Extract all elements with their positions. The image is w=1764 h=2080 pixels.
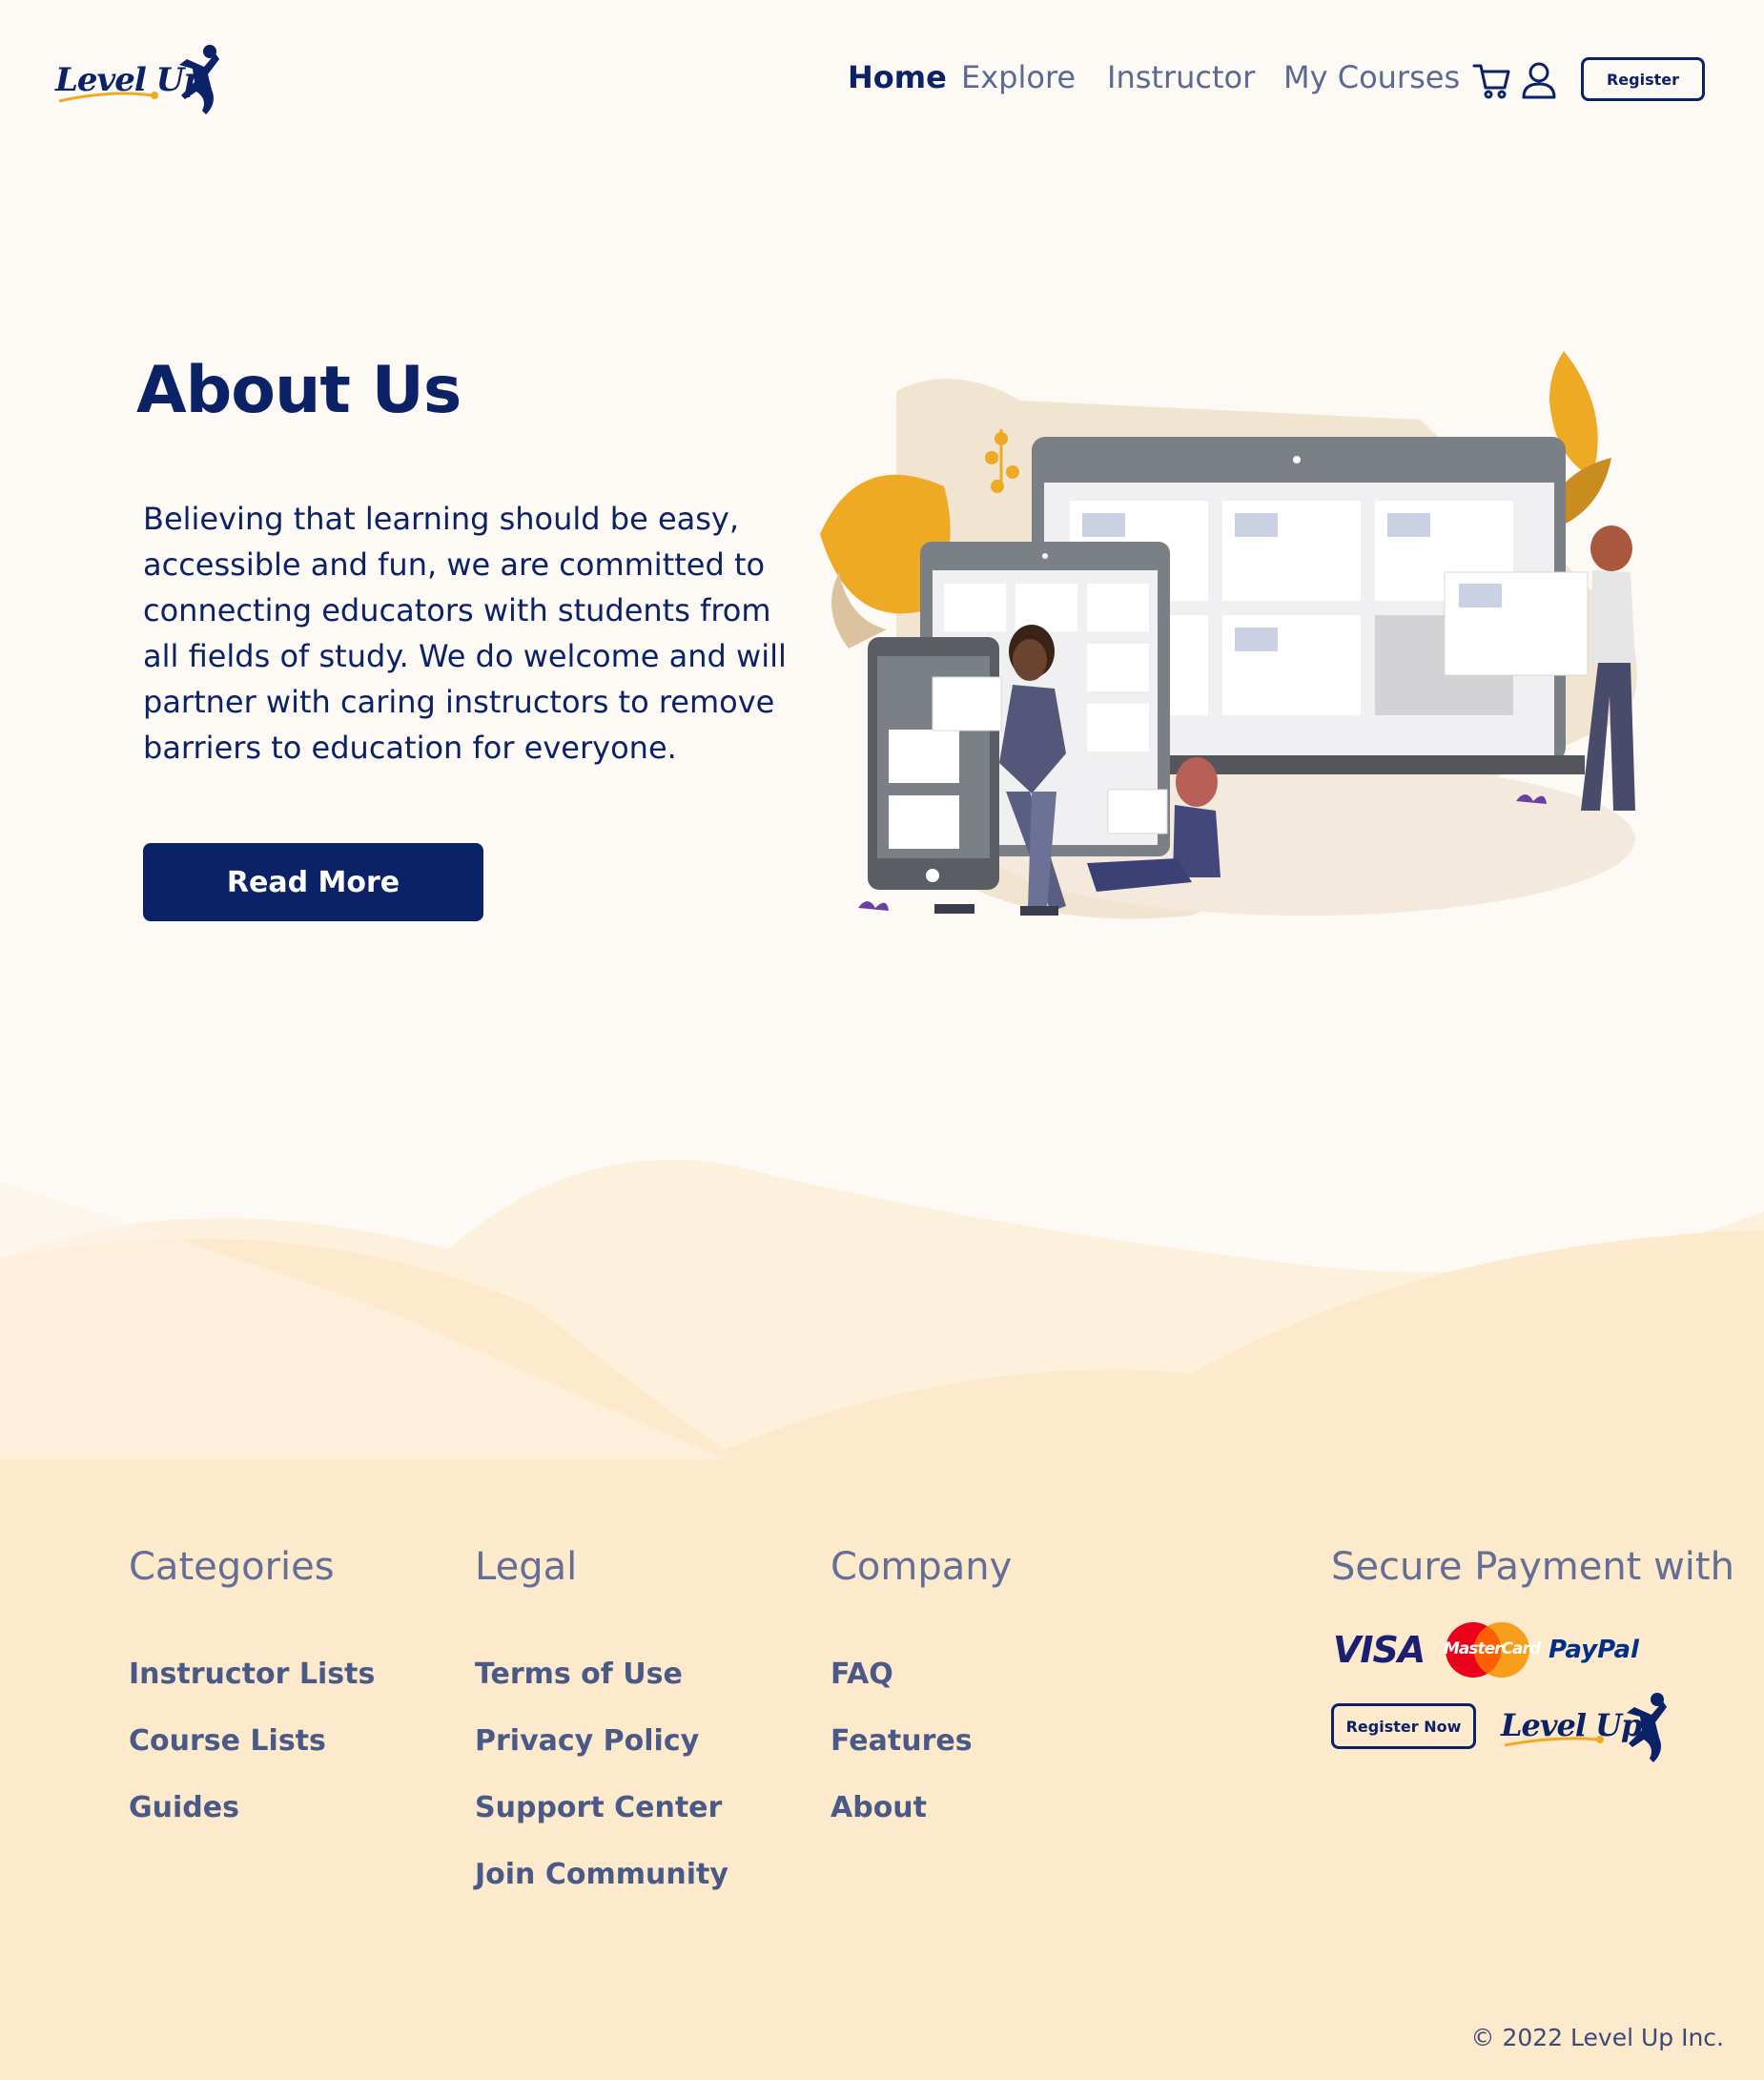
footer-link-privacy-policy[interactable]: Privacy Policy (475, 1724, 699, 1758)
visa-logo: VISA (1333, 1629, 1426, 1671)
nav-instructor[interactable]: Instructor (1107, 59, 1255, 95)
register-now-button[interactable]: Register Now (1331, 1703, 1476, 1749)
about-description: Believing that learning should be easy, … (143, 501, 787, 766)
register-button[interactable]: Register (1581, 57, 1705, 101)
online-learning-illustration (820, 351, 1637, 919)
mastercard-logo: MasterCard (1442, 1621, 1541, 1678)
footer-company-heading: Company (831, 1545, 1013, 1589)
brand-logo[interactable]: Level Up (53, 40, 225, 126)
footer-brand-logo[interactable]: Level Up (1499, 1690, 1671, 1766)
footer-legal-heading: Legal (475, 1545, 578, 1589)
page-title: About Us (136, 353, 462, 428)
nav-explore[interactable]: Explore (961, 59, 1076, 95)
footer-link-about[interactable]: About (831, 1791, 927, 1824)
footer-wave-background (0, 1160, 1764, 2080)
logo-figure-icon (58, 45, 219, 114)
nav-home[interactable]: Home (848, 59, 947, 95)
footer-link-join-community[interactable]: Join Community (475, 1858, 728, 1891)
footer-link-guides[interactable]: Guides (129, 1791, 239, 1824)
footer-link-faq[interactable]: FAQ (831, 1658, 893, 1691)
paypal-logo: PayPal (1549, 1621, 1640, 1678)
footer-link-course-lists[interactable]: Course Lists (129, 1724, 326, 1758)
paypal-label: PayPal (1549, 1636, 1639, 1664)
footer-link-instructor-lists[interactable]: Instructor Lists (129, 1658, 375, 1691)
footer-link-terms-of-use[interactable]: Terms of Use (475, 1658, 683, 1691)
footer-categories-heading: Categories (129, 1545, 335, 1589)
read-more-button[interactable]: Read More (143, 843, 483, 921)
mastercard-label: MasterCard (1444, 1639, 1541, 1658)
logo-figure-icon (1504, 1693, 1667, 1762)
footer-link-support-center[interactable]: Support Center (475, 1791, 722, 1824)
footer-payment-heading: Secure Payment with (1331, 1545, 1734, 1589)
shopping-cart-icon[interactable] (1470, 59, 1512, 101)
nav-my-courses[interactable]: My Courses (1283, 59, 1460, 95)
user-icon[interactable] (1518, 59, 1560, 101)
copyright-text: © 2022 Level Up Inc. (1470, 2024, 1724, 2051)
footer-link-features[interactable]: Features (831, 1724, 973, 1758)
